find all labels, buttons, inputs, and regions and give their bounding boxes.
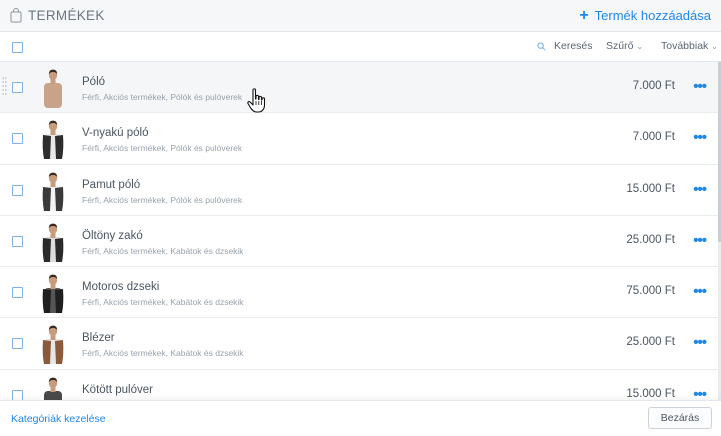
product-thumbnail [42,172,64,211]
product-thumbnail [42,223,64,262]
chevron-down-icon: ⌄ [711,41,718,51]
product-categories: Férfi, Akciós termékek, Pólók és pulóver… [82,143,243,154]
product-thumbnail [44,69,62,108]
product-row[interactable]: Pamut póló Férfi, Akciós termékek, Pólók … [0,164,718,216]
filter-dropdown[interactable]: Szűrő ⌄ [606,40,643,52]
drag-handle-icon[interactable] [2,76,7,98]
row-checkbox[interactable] [12,133,23,145]
add-product-button[interactable]: + Termék hozzáadása [579,7,711,24]
product-price: 15.000 Ft [626,182,675,195]
page-title: TERMÉKEK [28,8,105,23]
shopping-bag-icon [10,8,22,23]
hand-pointer-cursor-icon [247,88,266,113]
product-categories: Férfi, Akciós termékek, Pólók és pulóver… [82,92,243,102]
row-checkbox[interactable] [12,82,23,93]
more-dropdown[interactable]: Továbbiak ⌄ [661,40,718,52]
row-checkbox[interactable] [12,184,23,196]
plus-icon: + [579,7,589,24]
more-actions-icon[interactable]: ••• [693,78,707,95]
product-price: 7.000 Ft [632,131,675,144]
product-name[interactable]: Kötött pulóver [82,384,153,396]
product-name[interactable]: Motoros dzseki [82,281,159,293]
product-categories: Férfi, Akciós termékek, Kabátok és dzsek… [82,297,244,308]
product-name[interactable]: Pamut póló [82,179,140,191]
footer-bar: Kategóriák kezelése Bezárás [0,400,721,436]
product-name[interactable]: Blézer [82,332,115,344]
filter-label: Szűrő [606,40,634,52]
row-checkbox[interactable] [12,287,23,299]
product-row[interactable]: Blézer Férfi, Akciós termékek, Kabátok és… [0,318,718,370]
search-button[interactable]: Keresés [537,40,593,52]
product-row[interactable]: V-nyakú póló Férfi, Akciós termékek, Póló… [0,113,718,165]
product-name[interactable]: Öltöny zakó [82,230,143,242]
product-thumbnail [42,274,64,314]
manage-categories-link[interactable]: Kategóriák kezelése [11,413,106,425]
product-price: 75.000 Ft [626,285,675,298]
product-price: 15.000 Ft [626,387,675,400]
title-group: TERMÉKEK [10,8,105,23]
product-price: 25.000 Ft [626,336,675,349]
more-actions-icon[interactable]: ••• [693,232,707,249]
list-toolbar: Keresés Szűrő ⌄ Továbbiak ⌄ [0,32,721,62]
add-product-label: Termék hozzáadása [594,8,711,23]
more-label: Továbbiak [661,40,709,52]
product-thumbnail [42,120,64,160]
close-button[interactable]: Bezárás [648,407,712,429]
more-actions-icon[interactable]: ••• [693,334,707,351]
product-price: 7.000 Ft [632,80,675,92]
search-icon [537,41,546,50]
row-checkbox[interactable] [12,235,23,247]
row-checkbox[interactable] [12,338,23,350]
product-categories: Férfi, Akciós termékek, Pólók és pulóver… [82,194,243,205]
search-label: Keresés [554,40,593,52]
product-list: Póló Férfi, Akciós termékek, Pólók és pul… [0,62,718,422]
select-all-checkbox[interactable] [12,42,23,53]
header-bar: TERMÉKEK + Termék hozzáadása [0,0,721,32]
product-name[interactable]: Póló [82,76,105,88]
more-actions-icon[interactable]: ••• [693,181,707,198]
product-thumbnail [42,326,64,365]
product-price: 25.000 Ft [626,233,675,246]
product-categories: Férfi, Akciós termékek, Kabátok és dzsek… [82,348,244,359]
product-row[interactable]: Öltöny zakó Férfi, Akciós termékek, Kabát… [0,215,718,268]
product-row[interactable]: Motoros dzseki Férfi, Akciós termékek, Ka… [0,267,718,319]
product-categories: Férfi, Akciós termékek, Kabátok és dzsek… [82,245,244,256]
product-row[interactable]: Póló Férfi, Akciós termékek, Pólók és pul… [0,62,718,114]
chevron-down-icon: ⌄ [636,41,644,51]
product-name[interactable]: V-nyakú póló [82,127,149,139]
more-actions-icon[interactable]: ••• [693,129,707,146]
more-actions-icon[interactable]: ••• [693,283,707,300]
